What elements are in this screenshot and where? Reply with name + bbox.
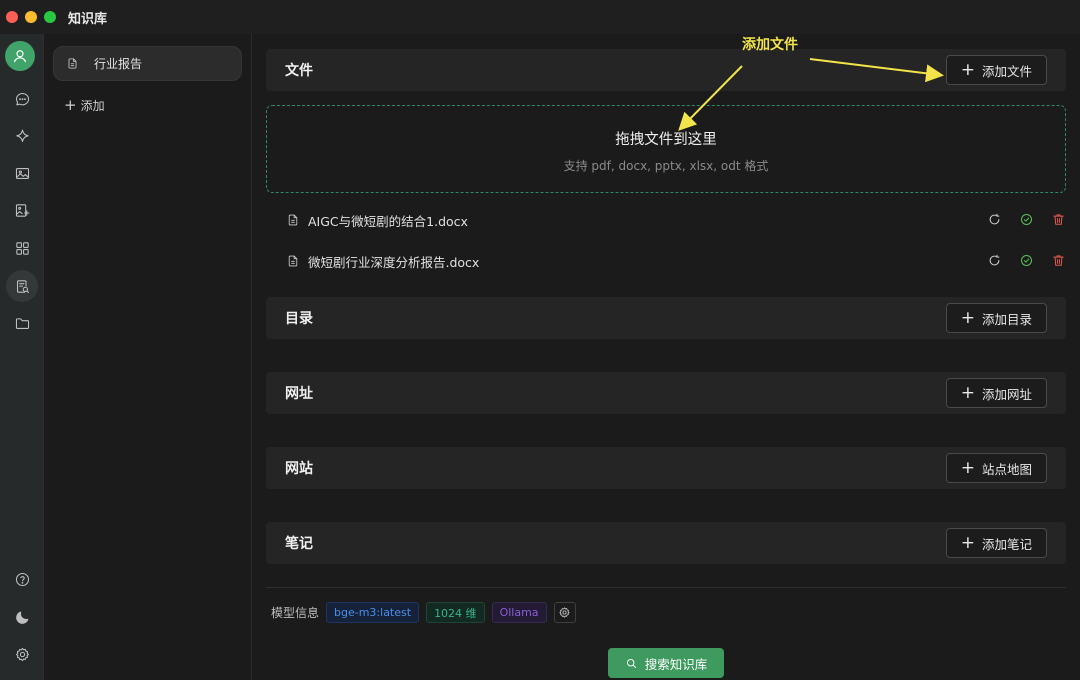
user-avatar-icon[interactable]: [5, 41, 35, 71]
apps-grid-icon[interactable]: [6, 232, 38, 264]
chat-icon[interactable]: [6, 83, 38, 115]
add-knowledge-base-button[interactable]: + 添加: [64, 97, 105, 114]
files-section-header: 文件 + 添加文件: [266, 49, 1066, 91]
divider: [266, 587, 1066, 588]
plus-icon: +: [960, 382, 975, 403]
plus-icon: +: [64, 96, 77, 114]
file-row: 微短剧行业深度分析报告.docx: [286, 248, 1066, 274]
window-controls: [6, 11, 56, 23]
check-circle-icon: [1021, 255, 1032, 266]
kb-item-industry-report[interactable]: 行业报告: [53, 46, 242, 81]
plus-icon: +: [960, 307, 975, 328]
website-section-header: 网站 + 站点地图: [266, 447, 1066, 489]
kb-item-label: 行业报告: [94, 57, 143, 71]
url-section-header: 网址 + 添加网址: [266, 372, 1066, 414]
add-label: 添加: [80, 99, 105, 113]
add-note-button[interactable]: + 添加笔记: [945, 528, 1047, 558]
file-row: AIGC与微短剧的结合1.docx: [286, 207, 1066, 233]
add-url-button[interactable]: + 添加网址: [945, 378, 1047, 408]
file-drop-zone[interactable]: 拖拽文件到这里 支持 pdf, docx, pptx, xlsx, odt 格式: [266, 105, 1066, 193]
model-info: 模型信息 bge-m3:latest 1024 维 Ollama: [271, 602, 576, 623]
provider-tag: Ollama: [491, 602, 547, 623]
document-icon: [288, 214, 298, 226]
search-icon: [626, 658, 636, 668]
title-bar: 知识库: [0, 0, 1080, 34]
minimize-window-button[interactable]: [25, 11, 37, 23]
refresh-icon[interactable]: [987, 253, 1002, 268]
plus-icon: +: [960, 532, 975, 553]
directory-section-header: 目录 + 添加目录: [266, 297, 1066, 339]
plus-icon: +: [960, 59, 975, 80]
delete-icon[interactable]: [1051, 253, 1066, 268]
model-info-label: 模型信息: [271, 606, 320, 620]
notes-section-header: 笔记 + 添加笔记: [266, 522, 1066, 564]
search-knowledge-base-button[interactable]: 搜索知识库: [608, 648, 724, 678]
section-title: 笔记: [285, 536, 313, 552]
image-icon[interactable]: [6, 157, 38, 189]
window-title: 知识库: [68, 11, 108, 27]
add-file-button[interactable]: + 添加文件: [945, 55, 1047, 85]
help-icon[interactable]: [6, 563, 38, 595]
plus-icon: +: [960, 457, 975, 478]
model-settings-button[interactable]: [553, 602, 576, 623]
file-name: AIGC与微短剧的结合1.docx: [308, 213, 468, 229]
dimensions-tag: 1024 维: [426, 602, 485, 623]
folder-icon[interactable]: [6, 307, 38, 339]
embedding-model-tag: bge-m3:latest: [326, 602, 420, 623]
check-circle-icon: [1021, 214, 1032, 225]
image-edit-icon[interactable]: [6, 194, 38, 226]
section-title: 目录: [285, 311, 313, 327]
maximize-window-button[interactable]: [44, 11, 56, 23]
document-icon: [288, 255, 298, 267]
icon-rail: [0, 34, 44, 680]
close-window-button[interactable]: [6, 11, 18, 23]
settings-icon[interactable]: [6, 638, 38, 670]
gear-icon: [559, 607, 570, 618]
file-name: 微短剧行业深度分析报告.docx: [308, 254, 480, 270]
sitemap-button[interactable]: + 站点地图: [945, 453, 1047, 483]
drop-zone-title: 拖拽文件到这里: [615, 132, 717, 148]
section-title: 网站: [285, 461, 313, 477]
knowledge-base-list: 行业报告 + 添加: [44, 34, 252, 680]
knowledge-base-icon[interactable]: [6, 270, 38, 302]
refresh-icon[interactable]: [987, 212, 1002, 227]
section-title: 文件: [285, 63, 313, 79]
document-icon: [68, 58, 77, 69]
drop-zone-hint: 支持 pdf, docx, pptx, xlsx, odt 格式: [563, 159, 769, 173]
section-title: 网址: [285, 386, 313, 402]
annotation-label: 添加文件: [742, 37, 798, 53]
add-directory-button[interactable]: + 添加目录: [945, 303, 1047, 333]
moon-icon[interactable]: [6, 601, 38, 633]
knowledge-base-content: 文件 + 添加文件 拖拽文件到这里 支持 pdf, docx, pptx, xl…: [252, 34, 1080, 680]
delete-icon[interactable]: [1051, 212, 1066, 227]
sparkle-icon[interactable]: [6, 120, 38, 152]
